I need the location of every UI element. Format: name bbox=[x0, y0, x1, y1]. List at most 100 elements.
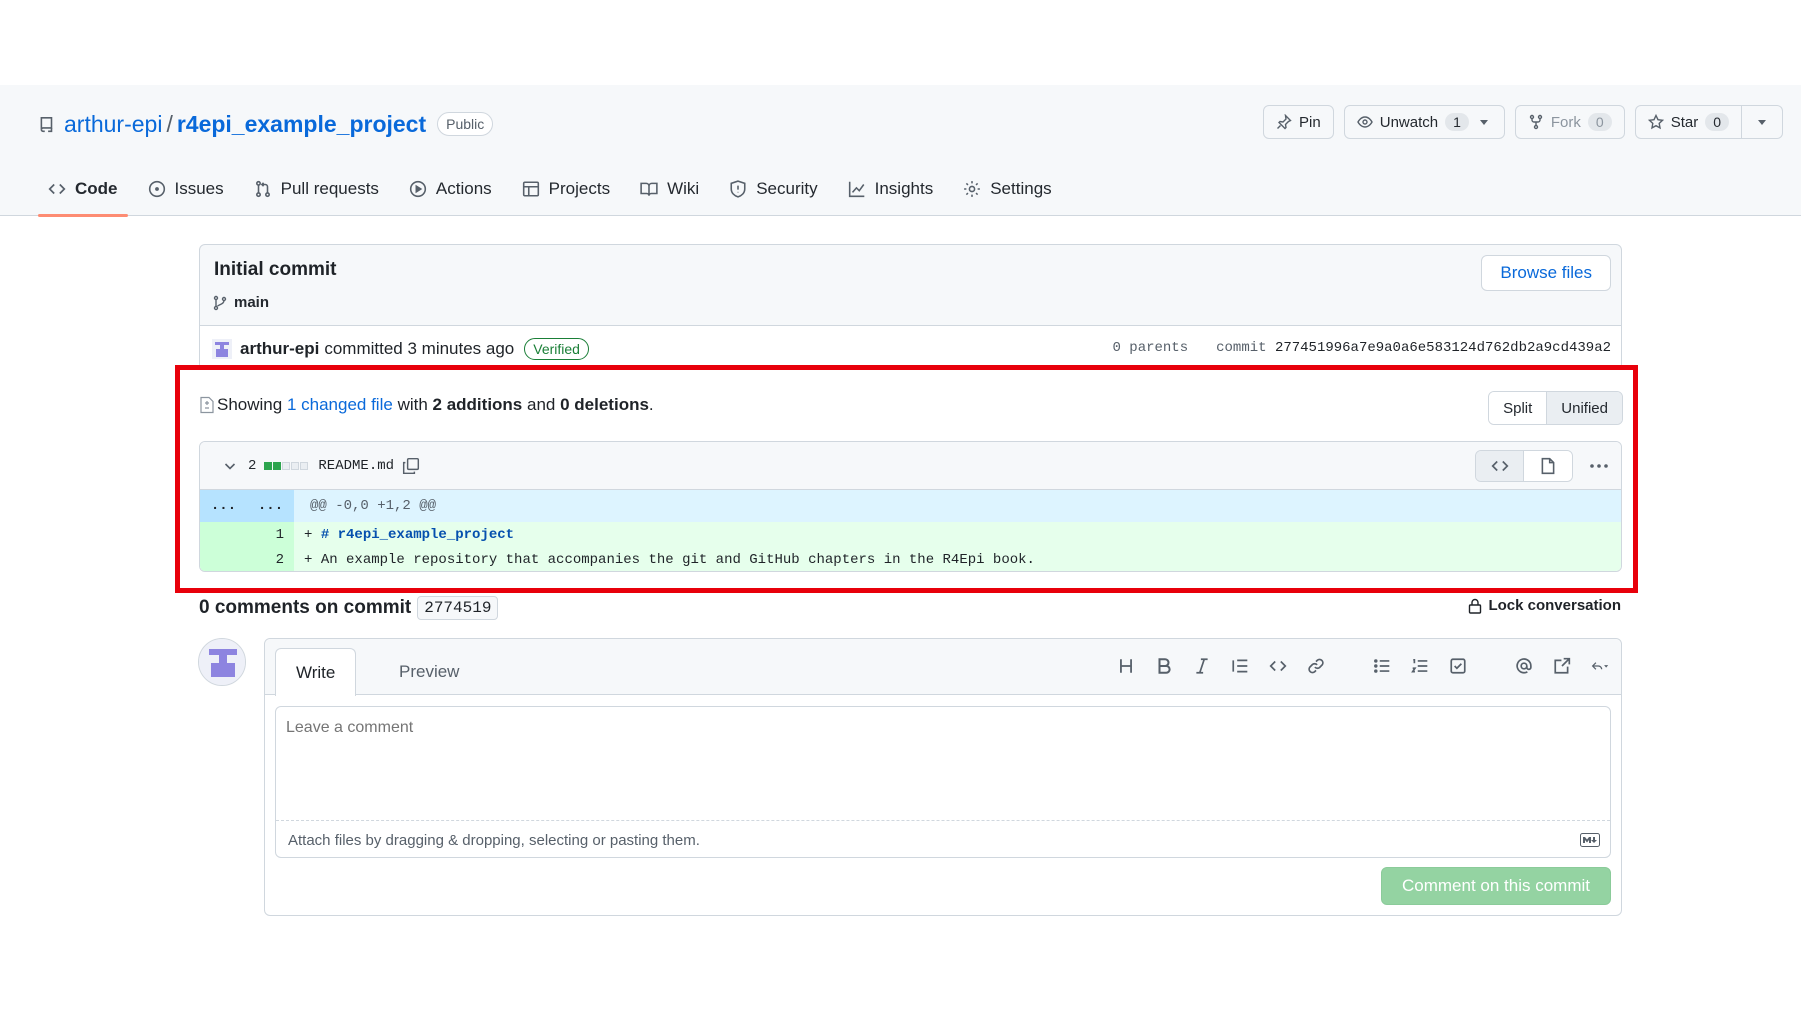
comment-submit-button[interactable]: Comment on this commit bbox=[1381, 867, 1611, 905]
gear-icon bbox=[964, 181, 981, 197]
star-group: Star 0 bbox=[1634, 105, 1783, 139]
star-button[interactable]: Star 0 bbox=[1634, 105, 1742, 139]
old-line-number bbox=[200, 547, 247, 571]
tab-code[interactable]: Code bbox=[38, 162, 128, 217]
rich-diff-button[interactable] bbox=[1524, 451, 1572, 481]
reply-icon[interactable] bbox=[1591, 657, 1609, 675]
tab-insights[interactable]: Insights bbox=[838, 162, 944, 216]
expand-hunk-left[interactable]: ... bbox=[200, 490, 247, 522]
commit-sha-row: commit 277451996a7e9a0a6e583124d762db2a9… bbox=[1216, 340, 1611, 356]
markdown-icon bbox=[1580, 833, 1600, 847]
comment-input[interactable] bbox=[276, 707, 1610, 821]
expand-hunk-right[interactable]: ... bbox=[247, 490, 294, 522]
diffstat-block bbox=[264, 461, 273, 470]
repo-nav: Code Issues Pull requests Actions Projec… bbox=[38, 162, 1072, 217]
markdown-toolbar bbox=[1117, 657, 1609, 675]
branch-label[interactable]: main bbox=[212, 294, 269, 311]
tab-label: Actions bbox=[435, 179, 492, 198]
tab-projects[interactable]: Projects bbox=[512, 162, 620, 216]
old-line-number bbox=[200, 522, 247, 547]
file-actions bbox=[1475, 450, 1609, 482]
star-lists-button[interactable] bbox=[1742, 105, 1783, 139]
new-line-number[interactable]: 1 bbox=[247, 522, 294, 547]
quote-icon[interactable] bbox=[1231, 657, 1249, 675]
mention-icon[interactable] bbox=[1515, 657, 1533, 675]
code-icon[interactable] bbox=[1269, 657, 1287, 675]
lock-conversation-button[interactable]: Lock conversation bbox=[1468, 597, 1621, 614]
commit-sha: 277451996a7e9a0a6e583124d762db2a9cd439a2 bbox=[1274, 340, 1611, 356]
tab-label: Issues bbox=[174, 179, 224, 198]
split-button[interactable]: Split bbox=[1489, 392, 1547, 424]
verified-badge[interactable]: Verified bbox=[524, 337, 589, 360]
author-avatar[interactable] bbox=[212, 338, 232, 359]
fork-label: Fork bbox=[1550, 113, 1581, 131]
tab-pull-requests[interactable]: Pull requests bbox=[244, 162, 389, 216]
comments-heading: 0 comments on commit 2774519 bbox=[199, 596, 499, 620]
hunk-text: @@ -0,0 +1,2 @@ bbox=[310, 498, 437, 514]
unwatch-button[interactable]: Unwatch 1 bbox=[1343, 105, 1505, 139]
tab-issues[interactable]: Issues bbox=[138, 162, 234, 216]
comment-form: Write Preview Attach files by dragging &… bbox=[264, 638, 1622, 916]
author-link[interactable]: arthur-epi bbox=[240, 339, 319, 359]
fork-icon bbox=[1529, 114, 1543, 130]
star-icon bbox=[1647, 114, 1664, 130]
path-separator: / bbox=[166, 110, 173, 137]
diff-line: 2 + An example repository that accompani… bbox=[200, 547, 1621, 571]
copy-icon[interactable] bbox=[402, 457, 420, 475]
comment-form-header: Write Preview bbox=[265, 639, 1621, 696]
tab-security[interactable]: Security bbox=[719, 162, 827, 216]
commit-title: Initial commit bbox=[214, 259, 337, 280]
with-text: with bbox=[397, 395, 428, 414]
book-icon bbox=[640, 182, 658, 196]
repo-link[interactable]: r4epi_example_project bbox=[177, 111, 426, 138]
pull-request-icon bbox=[255, 180, 270, 198]
browse-files-button[interactable]: Browse files bbox=[1481, 255, 1611, 291]
ordered-list-icon[interactable] bbox=[1411, 657, 1429, 675]
new-line-number[interactable]: 2 bbox=[247, 547, 294, 571]
repo-title: arthur-epi / r4epi_example_project Publi… bbox=[38, 109, 494, 139]
file-diff: 2 README.md ... ... @@ -0,0 +1,2 @@ 1 + … bbox=[199, 441, 1622, 572]
diffstat-block bbox=[282, 461, 291, 470]
unified-button[interactable]: Unified bbox=[1546, 392, 1622, 424]
fork-button[interactable]: Fork 0 bbox=[1514, 105, 1625, 139]
display-toggle bbox=[1475, 450, 1573, 482]
task-list-icon[interactable] bbox=[1449, 657, 1467, 675]
diff-view-toggle: Split Unified bbox=[1488, 391, 1623, 425]
tab-label: Pull requests bbox=[280, 179, 379, 198]
tab-settings[interactable]: Settings bbox=[953, 162, 1061, 216]
cross-reference-icon[interactable] bbox=[1553, 657, 1571, 675]
tab-label: Settings bbox=[990, 179, 1052, 198]
table-icon bbox=[522, 181, 539, 197]
diffstat-blocks bbox=[264, 461, 309, 470]
tab-write[interactable]: Write bbox=[275, 648, 357, 696]
avatar[interactable] bbox=[198, 638, 246, 686]
issue-icon bbox=[148, 180, 165, 198]
source-diff-button[interactable] bbox=[1476, 451, 1524, 481]
unordered-list-icon[interactable] bbox=[1373, 657, 1391, 675]
chevron-down-icon[interactable] bbox=[222, 458, 238, 474]
period-text: . bbox=[648, 395, 654, 414]
changed-files-link[interactable]: 1 changed file bbox=[287, 395, 393, 415]
tab-actions[interactable]: Actions bbox=[399, 162, 502, 216]
tab-preview[interactable]: Preview bbox=[379, 648, 479, 696]
fork-count: 0 bbox=[1587, 113, 1612, 131]
kebab-menu-icon[interactable] bbox=[1589, 458, 1609, 474]
repo-actions: Pin Unwatch 1 Fork 0 Star 0 bbox=[1263, 105, 1783, 139]
diffstat-block bbox=[300, 461, 309, 470]
attach-files-hint[interactable]: Attach files by dragging & dropping, sel… bbox=[288, 832, 700, 849]
tab-wiki[interactable]: Wiki bbox=[630, 162, 709, 216]
branch-icon bbox=[213, 295, 227, 310]
repo-icon bbox=[40, 117, 53, 133]
hunk-header: ... ... @@ -0,0 +1,2 @@ bbox=[200, 490, 1621, 522]
heading-icon[interactable] bbox=[1117, 657, 1135, 675]
owner-link[interactable]: arthur-epi bbox=[64, 111, 162, 138]
diff-line: 1 + # r4epi_example_project bbox=[200, 522, 1621, 547]
commit-meta: arthur-epi committed 3 minutes ago Verif… bbox=[200, 325, 1621, 369]
link-icon[interactable] bbox=[1307, 657, 1325, 675]
bold-icon[interactable] bbox=[1155, 657, 1173, 675]
file-name[interactable]: README.md bbox=[318, 458, 394, 474]
tab-label: Security bbox=[756, 179, 818, 198]
italic-icon[interactable] bbox=[1193, 657, 1211, 675]
pin-button[interactable]: Pin bbox=[1263, 105, 1334, 139]
committed-time: committed 3 minutes ago bbox=[324, 338, 515, 358]
